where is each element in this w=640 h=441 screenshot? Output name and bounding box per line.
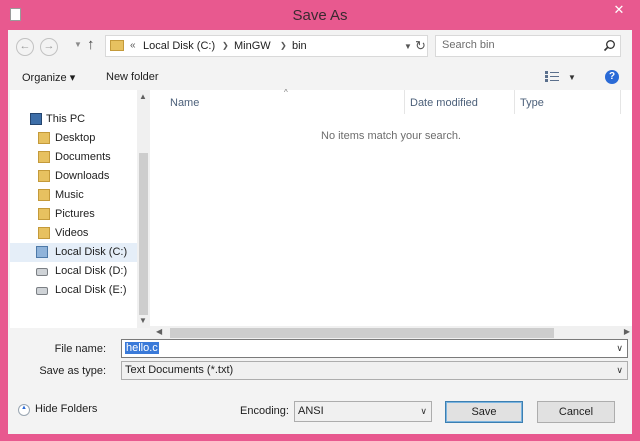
nav-item-music[interactable]: Music [10,186,137,205]
column-divider[interactable] [514,90,515,114]
dialog-body: ← → ▼ ↑ « Local Disk (C:) ❯ MinGW ❯ bin … [8,30,632,434]
breadcrumb-bin[interactable]: bin [292,40,307,52]
nav-item-downloads[interactable]: Downloads [10,167,137,186]
cancel-button[interactable]: Cancel [537,401,615,423]
encoding-select[interactable]: ANSI ∨ [294,401,432,422]
save-as-type-value: Text Documents (*.txt) [125,364,234,376]
nav-item-this-pc[interactable]: This PC [10,110,137,129]
sort-ascending-icon: ^ [284,88,288,97]
chevron-down-icon[interactable]: ∨ [616,365,623,376]
address-bar[interactable]: « Local Disk (C:) ❯ MinGW ❯ bin ▼ ↻ [105,35,428,57]
folder-icon [38,227,50,239]
forward-button[interactable]: → [40,38,58,56]
column-divider[interactable] [404,90,405,114]
nav-item-local-disk-c[interactable]: Local Disk (C:) [10,243,137,262]
folder-icon [38,132,50,144]
nav-item-label: Local Disk (E:) [55,284,127,296]
command-bar: Organize ▾ New folder ▼ ? [8,64,632,90]
drive-icon [36,268,48,276]
scroll-right-icon[interactable]: ▶ [624,327,630,336]
recent-locations-dropdown-icon[interactable]: ▼ [74,40,82,49]
search-input[interactable] [442,39,597,51]
drive-icon [36,287,48,295]
scroll-up-icon[interactable]: ▲ [139,92,147,101]
nav-item-label: Documents [55,151,111,163]
computer-icon [30,113,42,125]
nav-item-label: Music [55,189,84,201]
nav-item-label: Downloads [55,170,110,182]
file-name-label: File name: [54,343,106,355]
search-icon[interactable] [603,39,616,52]
save-as-type-label: Save as type: [39,365,106,377]
file-name-value[interactable]: hello.c [125,342,159,354]
nav-item-videos[interactable]: Videos [10,224,137,243]
scroll-left-icon[interactable]: ◀ [156,327,162,336]
chevron-down-icon[interactable]: ∨ [420,406,427,417]
file-list-horizontal-scrollbar[interactable]: ◀ ▶ [150,326,632,340]
navigation-pane[interactable]: This PC Desktop Documents Downloads Musi… [10,90,150,328]
nav-item-label: Pictures [55,208,95,220]
column-divider[interactable] [620,90,621,114]
chevron-down-icon[interactable]: ∨ [616,343,623,354]
nav-item-label: Local Disk (D:) [55,265,128,277]
encoding-value: ANSI [298,405,324,417]
scroll-down-icon[interactable]: ▼ [139,316,147,325]
system-drive-icon [36,246,48,258]
nav-item-local-disk-e[interactable]: Local Disk (E:) [10,281,137,300]
nav-scrollbar[interactable]: ▲ ▼ [137,90,150,328]
file-name-input[interactable]: hello.c ∨ [121,339,628,358]
hide-folders-label: Hide Folders [35,403,98,415]
nav-pane-footer [10,328,150,338]
encoding-label: Encoding: [240,405,289,417]
refresh-icon[interactable]: ↻ [415,38,426,54]
empty-folder-message: No items match your search. [321,130,461,142]
organize-menu[interactable]: Organize ▾ [22,71,75,84]
breadcrumb-mingw[interactable]: MinGW [234,40,271,52]
breadcrumb-local-disk-c[interactable]: Local Disk (C:) [143,40,215,52]
folder-icon [110,40,124,51]
nav-item-documents[interactable]: Documents [10,148,137,167]
new-folder-button[interactable]: New folder [106,71,159,83]
nav-item-desktop[interactable]: Desktop [10,129,137,148]
address-dropdown-icon[interactable]: ▼ [404,42,412,51]
save-as-type-select[interactable]: Text Documents (*.txt) ∨ [121,361,628,380]
nav-item-label: This PC [46,113,86,125]
chevron-right-icon[interactable]: ❯ [222,41,229,50]
back-button[interactable]: ← [16,38,34,56]
file-list-pane[interactable]: ^ Name Date modified Type No items match… [150,88,632,340]
view-options-icon[interactable] [545,71,559,82]
chevron-right-icon[interactable]: ❯ [280,41,287,50]
help-icon[interactable]: ? [605,70,619,84]
nav-item-local-disk-d[interactable]: Local Disk (D:) [10,262,137,281]
nav-item-label: Local Disk (C:) [55,246,128,258]
folder-icon [38,170,50,182]
column-header-type[interactable]: Type [520,97,544,109]
view-dropdown-icon[interactable]: ▼ [568,73,576,82]
column-header-name[interactable]: Name [170,97,199,109]
search-box[interactable] [435,35,621,57]
chevron-up-icon [18,404,30,416]
column-header-date-modified[interactable]: Date modified [410,97,478,109]
nav-item-label: Desktop [55,132,96,144]
scrollbar-thumb[interactable] [139,153,148,315]
save-button[interactable]: Save [445,401,523,423]
folder-icon [38,189,50,201]
window-title: Save As [292,7,348,24]
close-button[interactable]: ✕ [604,0,634,20]
scrollbar-thumb[interactable] [170,328,554,338]
address-row: ← → ▼ ↑ « Local Disk (C:) ❯ MinGW ❯ bin … [8,30,632,64]
title-bar: Save As ✕ [0,0,640,30]
nav-item-label: Videos [55,227,89,239]
nav-item-pictures[interactable]: Pictures [10,205,137,224]
folder-icon [38,151,50,163]
up-button[interactable]: ↑ [87,36,95,53]
folder-icon [38,208,50,220]
address-overflow-icon[interactable]: « [130,40,136,51]
